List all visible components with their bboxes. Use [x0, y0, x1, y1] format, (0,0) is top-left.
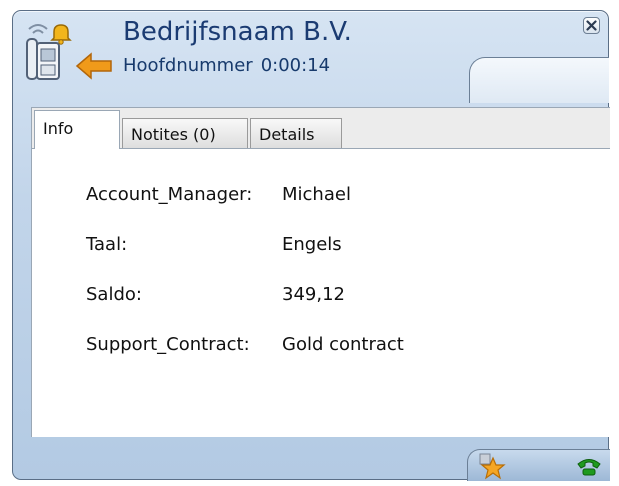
caller-company-name: Bedrijfsnaam B.V. — [123, 17, 352, 47]
green-phone-icon[interactable] — [576, 455, 602, 477]
field-label: Account_Manager: — [86, 184, 253, 205]
incoming-arrow-icon — [75, 52, 112, 80]
header-tab — [469, 57, 609, 103]
field-value: 349,12 — [282, 284, 345, 305]
tab-details[interactable]: Details — [250, 118, 342, 148]
tab-info[interactable]: Info — [34, 110, 120, 149]
call-duration: 0:00:14 — [260, 55, 331, 76]
call-popup-window: Bedrijfsnaam B.V. Hoofdnummer 0:00:14 Inf… — [12, 10, 610, 481]
field-value: Michael — [282, 184, 351, 205]
action-tab — [467, 449, 610, 481]
close-button[interactable] — [583, 17, 600, 34]
caller-line-info: Hoofdnummer 0:00:14 — [123, 55, 338, 76]
field-value: Gold contract — [282, 334, 404, 355]
tab-notes[interactable]: Notites (0) — [122, 118, 248, 148]
star-icon[interactable] — [478, 452, 508, 480]
field-value: Engels — [282, 234, 342, 255]
bell-icon — [50, 24, 72, 45]
info-panel: Info Notites (0) Details Account_Manager… — [31, 107, 610, 437]
field-label: Taal: — [86, 234, 128, 255]
line-name: Hoofdnummer — [123, 55, 253, 76]
tab-bar: Info Notites (0) Details — [32, 108, 610, 149]
field-label: Saldo: — [86, 284, 142, 305]
close-icon — [586, 20, 597, 31]
field-label: Support_Contract: — [86, 334, 250, 355]
